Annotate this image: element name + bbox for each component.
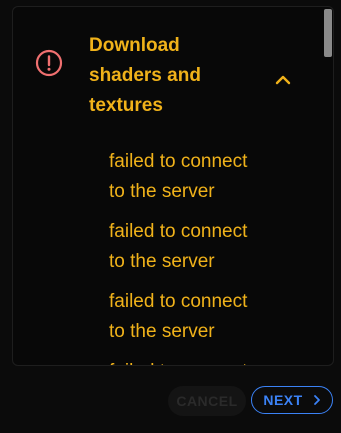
next-button-label: NEXT: [263, 392, 303, 408]
error-message: failed to connect to the server: [109, 151, 248, 202]
error-message: failed to connect to the server: [109, 221, 248, 272]
step-panel: Download shaders and textures failed to …: [12, 6, 334, 366]
error-circle-icon: [35, 49, 63, 77]
dialog-footer: CANCEL NEXT: [0, 384, 341, 418]
chevron-up-icon[interactable]: [272, 69, 294, 91]
scrollbar-thumb[interactable]: [324, 9, 332, 57]
error-message-list: failed to connect to the server failed t…: [109, 147, 309, 365]
step-title: Download shaders and textures: [89, 35, 201, 116]
scrollbar[interactable]: [321, 7, 333, 365]
chevron-right-icon: [313, 395, 320, 405]
error-message: failed to connect to the server: [109, 357, 309, 365]
next-button[interactable]: NEXT: [251, 386, 333, 414]
cancel-button[interactable]: CANCEL: [168, 386, 246, 416]
error-message: failed to connect to the server: [109, 291, 248, 342]
step-header[interactable]: Download shaders and textures: [13, 31, 318, 131]
